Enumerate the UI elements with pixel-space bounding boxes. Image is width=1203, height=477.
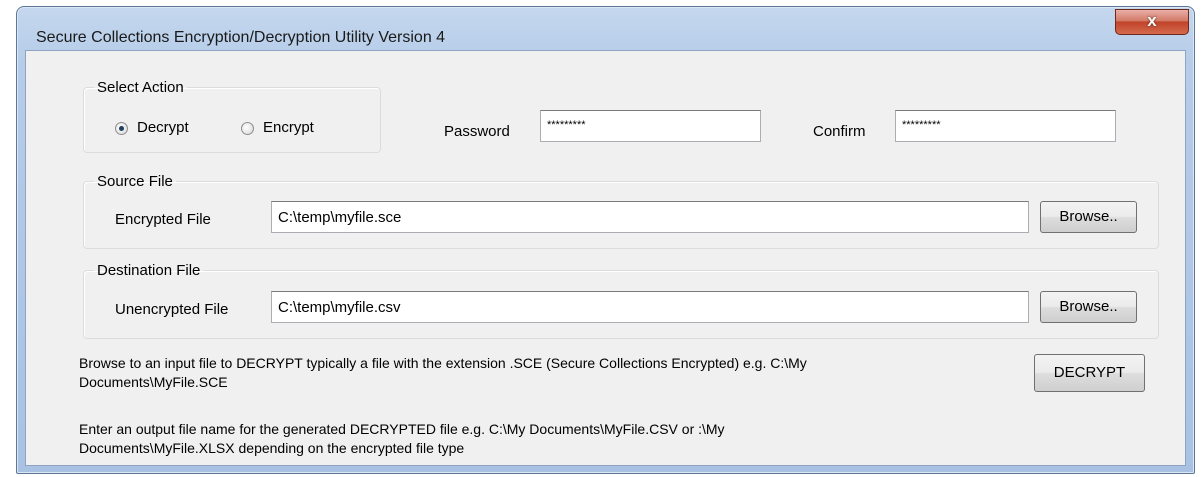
select-action-group: Select Action <box>83 79 381 153</box>
decrypt-radio-option[interactable]: Decrypt <box>115 119 225 139</box>
unencrypted-file-field[interactable] <box>271 291 1029 323</box>
input-help-line-2: Documents\MyFile.SCE <box>79 374 228 390</box>
input-help-text: Browse to an input file to DECRYPT typic… <box>79 354 1019 392</box>
encrypt-radio[interactable] <box>241 122 254 135</box>
app-window: Secure Collections Encryption/Decryption… <box>16 6 1195 474</box>
decrypt-button[interactable]: DECRYPT <box>1034 354 1145 392</box>
input-help-line-1: Browse to an input file to DECRYPT typic… <box>79 355 807 371</box>
output-help-text: Enter an output file name for the genera… <box>79 420 1019 458</box>
browse-destination-button[interactable]: Browse.. <box>1040 291 1137 323</box>
encrypt-radio-label[interactable]: Encrypt <box>263 119 314 136</box>
close-button[interactable]: x <box>1115 9 1189 35</box>
confirm-password-field[interactable] <box>895 110 1116 142</box>
select-action-legend: Select Action <box>97 79 184 96</box>
password-field[interactable] <box>540 110 761 142</box>
password-label: Password <box>444 123 510 140</box>
decrypt-radio-label[interactable]: Decrypt <box>137 119 189 136</box>
decrypt-radio[interactable] <box>115 122 128 135</box>
client-area: Select Action Decrypt Encrypt Password C… <box>25 50 1186 466</box>
window-title: Secure Collections Encryption/Decryption… <box>36 29 446 46</box>
source-file-legend: Source File <box>97 173 173 190</box>
destination-file-legend: Destination File <box>97 262 201 279</box>
output-help-line-1: Enter an output file name for the genera… <box>79 421 725 437</box>
output-help-line-2: Documents\MyFile.XLSX depending on the e… <box>79 440 465 456</box>
unencrypted-file-label: Unencrypted File <box>115 301 229 318</box>
confirm-label: Confirm <box>813 123 866 140</box>
encrypted-file-label: Encrypted File <box>115 211 211 228</box>
close-icon: x <box>1147 11 1157 30</box>
encrypt-radio-option[interactable]: Encrypt <box>241 119 351 139</box>
browse-source-button[interactable]: Browse.. <box>1040 201 1137 233</box>
encrypted-file-field[interactable] <box>271 201 1029 233</box>
